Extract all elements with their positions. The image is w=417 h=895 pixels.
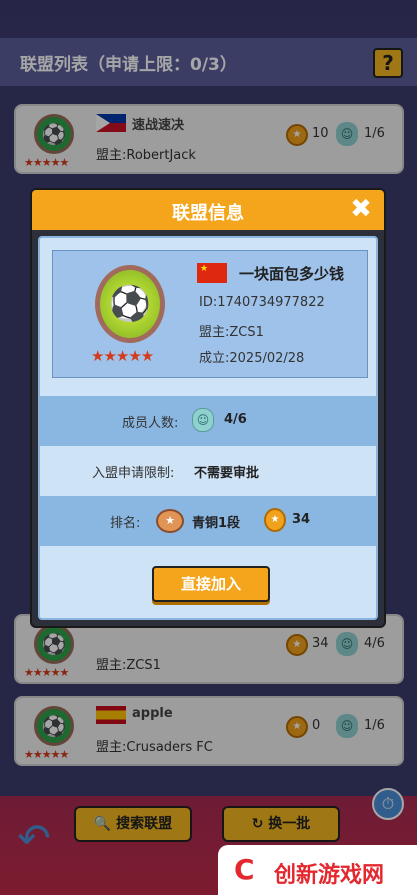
- rank-points: 34: [292, 512, 311, 527]
- join-limit-row: 入盟申请限制: 不需要审批: [40, 446, 376, 496]
- alliance-founded: 成立:2025/02/28: [199, 351, 305, 366]
- members-label: 成员人数:: [122, 416, 179, 431]
- dialog-body: ⚽ ★★★★★ ★ 一块面包多少钱 ID:1740734977822 盟主:ZC…: [38, 236, 378, 620]
- bronze-rank-icon: ★: [156, 509, 184, 533]
- alliance-leader: 盟主:ZCS1: [199, 325, 264, 340]
- alliance-id: ID:1740734977822: [199, 295, 325, 310]
- logo-icon: C: [234, 853, 255, 886]
- alliance-name: 一块面包多少钱: [239, 265, 345, 283]
- watermark-text: 创新游戏网: [274, 863, 385, 888]
- close-icon[interactable]: ✖: [346, 194, 376, 224]
- rank-label: 排名:: [110, 516, 141, 531]
- dialog-header: 联盟信息 ✖: [32, 190, 384, 230]
- alliance-info-dialog: 联盟信息 ✖ ⚽ ★★★★★ ★ 一块面包多少钱 ID:174073497782…: [30, 188, 386, 628]
- members-row: 成员人数: ☺ 4/6: [40, 396, 376, 446]
- rank-row: 排名: ★ 青铜1段 ★ 34: [40, 496, 376, 546]
- member-icon: ☺: [192, 408, 214, 432]
- medal-icon: ★: [264, 508, 286, 532]
- dialog-title: 联盟信息: [172, 203, 244, 224]
- join-limit-value: 不需要审批: [194, 466, 260, 481]
- soccer-ball-icon: ⚽: [95, 265, 165, 343]
- alliance-summary: ⚽ ★★★★★ ★ 一块面包多少钱 ID:1740734977822 盟主:ZC…: [52, 250, 368, 378]
- star-rating-icon: ★★★★★: [91, 347, 154, 365]
- watermark: C 创新游戏网: [218, 845, 417, 895]
- join-button[interactable]: 直接加入: [152, 566, 270, 602]
- join-limit-label: 入盟申请限制:: [92, 466, 175, 481]
- members-value: 4/6: [224, 412, 247, 427]
- china-flag-icon: ★: [197, 263, 227, 283]
- rank-value: 青铜1段: [192, 516, 241, 531]
